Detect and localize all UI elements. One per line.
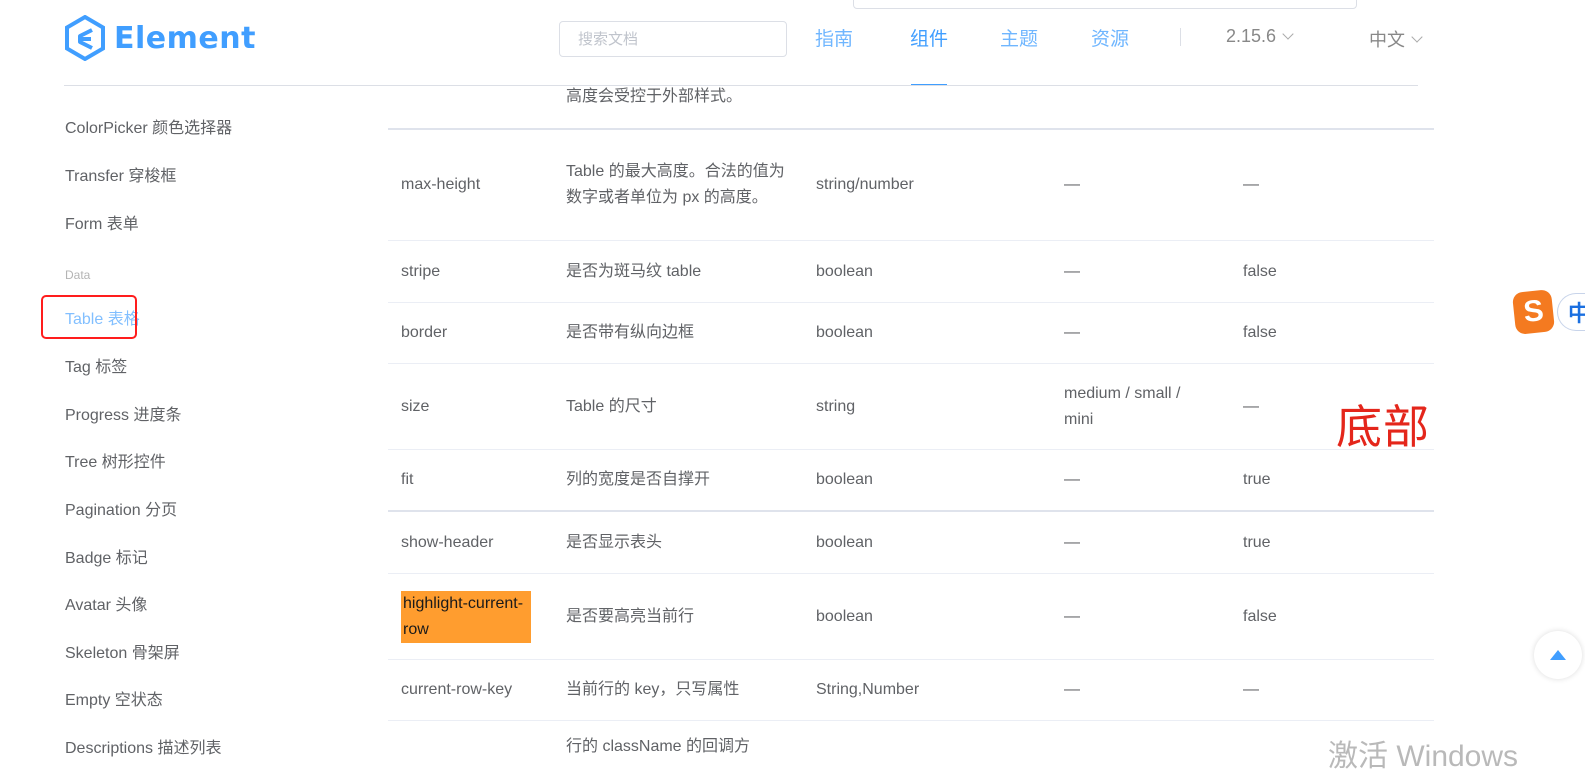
table-cell-desc: 列的宽度是否自撑开 <box>566 471 711 488</box>
table-cell-desc: 行的 className 的回调方 <box>566 738 751 755</box>
table-cell-desc: 是否带有纵向边框 <box>566 324 695 341</box>
table-row: size Table 的尺寸 string medium / small / m… <box>388 364 1434 450</box>
sidebar-nav: ColorPicker 颜色选择器 Transfer 穿梭框 Form 表单 D… <box>0 86 380 758</box>
table-cell-desc: 当前行的 key，只写属性 <box>566 681 740 698</box>
table-cell-desc: 是否要高亮当前行 <box>566 607 695 625</box>
attributes-table: 高度会受控于外部样式。 max-height Table 的最大高度。合法的值为… <box>388 86 1434 758</box>
table-cell-type: boolean <box>816 262 873 280</box>
table-cell-options: — <box>1064 324 1080 341</box>
sidebar-item-avatar[interactable]: Avatar 头像 <box>65 591 147 615</box>
table-cell-default: — <box>1243 176 1259 193</box>
sidebar-item-descriptions[interactable]: Descriptions 描述列表 <box>65 734 221 758</box>
highlight-box-annotation <box>41 295 137 339</box>
table-cell-options: — <box>1064 607 1080 625</box>
table-cell-default: — <box>1243 681 1259 698</box>
nav-resource[interactable]: 资源 <box>1091 24 1129 51</box>
highlighted-param-text: highlight-current-row <box>401 590 531 643</box>
search-input[interactable] <box>559 21 787 57</box>
sidebar-item-skeleton[interactable]: Skeleton 骨架屏 <box>65 639 180 663</box>
sidebar-item-tag[interactable]: Tag 标签 <box>65 353 127 377</box>
table-row: fit 列的宽度是否自撑开 boolean — true <box>388 450 1434 512</box>
ime-toolbar[interactable]: S 中 <box>1511 289 1585 335</box>
sidebar-item-colorpicker[interactable]: ColorPicker 颜色选择器 <box>65 114 232 138</box>
sidebar-item-transfer[interactable]: Transfer 穿梭框 <box>65 162 176 186</box>
table-cell-desc: 是否显示表头 <box>566 533 663 551</box>
table-cell-options: — <box>1064 681 1080 698</box>
top-header: Element 指南 组件 主题 资源 2.15.6 中文 <box>0 0 1585 86</box>
back-to-top-button[interactable] <box>1534 631 1582 679</box>
table-cell-default: false <box>1243 262 1277 280</box>
table-cell-desc: Table 的尺寸 <box>566 397 657 415</box>
table-cell-desc: Table 的最大高度。合法的值为数字或者单位为 px 的高度。 <box>566 163 785 206</box>
sidebar-item-empty[interactable]: Empty 空状态 <box>65 686 163 710</box>
table-row: current-row-key 当前行的 key，只写属性 String,Num… <box>388 660 1434 721</box>
table-cell-type: string <box>816 397 856 415</box>
table-cell-options: — <box>1064 262 1080 280</box>
sidebar-item-tree[interactable]: Tree 树形控件 <box>65 448 166 472</box>
table-cell-default: false <box>1243 607 1277 625</box>
language-label: 中文 <box>1369 30 1405 50</box>
table-row: max-height Table 的最大高度。合法的值为数字或者单位为 px 的… <box>388 130 1434 241</box>
chevron-down-icon <box>1282 28 1294 40</box>
nav-guide[interactable]: 指南 <box>815 24 853 51</box>
nav-component[interactable]: 组件 <box>910 24 948 51</box>
windows-activation-watermark: 激活 Windows <box>1328 740 1519 773</box>
language-dropdown[interactable]: 中文 <box>1369 26 1423 52</box>
table-row: highlight-current-row 是否要高亮当前行 boolean —… <box>388 574 1434 660</box>
sidebar-item-progress[interactable]: Progress 进度条 <box>65 401 181 425</box>
logo-text: Element <box>114 20 256 56</box>
annotation-text: 底部 <box>1336 400 1430 454</box>
table-row: 高度会受控于外部样式。 <box>388 86 1434 130</box>
ime-mode-indicator: 中 <box>1557 293 1585 331</box>
table-cell-options: — <box>1064 533 1080 551</box>
table-cell-default: true <box>1243 533 1271 551</box>
table-cell-options: medium / small / mini <box>1064 384 1181 428</box>
table-cell-param: current-row-key <box>401 681 513 698</box>
table-cell-type: string/number <box>816 176 914 193</box>
nav-theme[interactable]: 主题 <box>1000 24 1038 51</box>
nav-divider <box>1180 28 1181 46</box>
table-cell-type: String,Number <box>816 681 920 698</box>
table-row: 行的 className 的回调方 <box>388 721 1434 761</box>
sidebar-item-badge[interactable]: Badge 标记 <box>65 544 148 568</box>
sogou-ime-icon: S <box>1511 289 1556 335</box>
table-cell-default: false <box>1243 324 1277 341</box>
sidebar-group-data: Data <box>65 268 91 282</box>
sidebar-item-pagination[interactable]: Pagination 分页 <box>65 496 177 520</box>
table-cell-type: boolean <box>816 324 873 341</box>
table-cell-type: boolean <box>816 607 873 625</box>
table-cell-type: boolean <box>816 471 873 488</box>
table-row: show-header 是否显示表头 boolean — true <box>388 512 1434 574</box>
table-cell-options: — <box>1064 471 1080 488</box>
element-logo-icon <box>65 15 105 61</box>
version-label: 2.15.6 <box>1226 26 1277 46</box>
sidebar-item-form[interactable]: Form 表单 <box>65 210 139 234</box>
dropdown-popup-edge <box>853 0 1357 9</box>
table-row: border 是否带有纵向边框 boolean — false <box>388 303 1434 364</box>
table-cell-default: true <box>1243 471 1271 488</box>
table-cell-param: stripe <box>401 262 441 280</box>
table-cell-param: border <box>401 324 448 341</box>
table-cell-desc: 是否为斑马纹 table <box>566 262 702 280</box>
table-cell-param: highlight-current-row <box>401 574 531 659</box>
table-row: stripe 是否为斑马纹 table boolean — false <box>388 241 1434 303</box>
table-cell-type: boolean <box>816 533 873 551</box>
table-cell-desc: 高度会受控于外部样式。 <box>566 88 743 105</box>
table-cell-param: size <box>401 397 430 415</box>
chevron-down-icon <box>1411 30 1423 43</box>
table-cell-param: show-header <box>401 533 494 551</box>
table-cell-options: — <box>1064 176 1080 193</box>
version-dropdown[interactable]: 2.15.6 <box>1226 26 1294 47</box>
table-cell-param: max-height <box>401 176 481 193</box>
table-cell-param: fit <box>401 471 414 488</box>
caret-up-icon <box>1550 650 1566 660</box>
element-logo[interactable]: Element <box>64 14 256 62</box>
